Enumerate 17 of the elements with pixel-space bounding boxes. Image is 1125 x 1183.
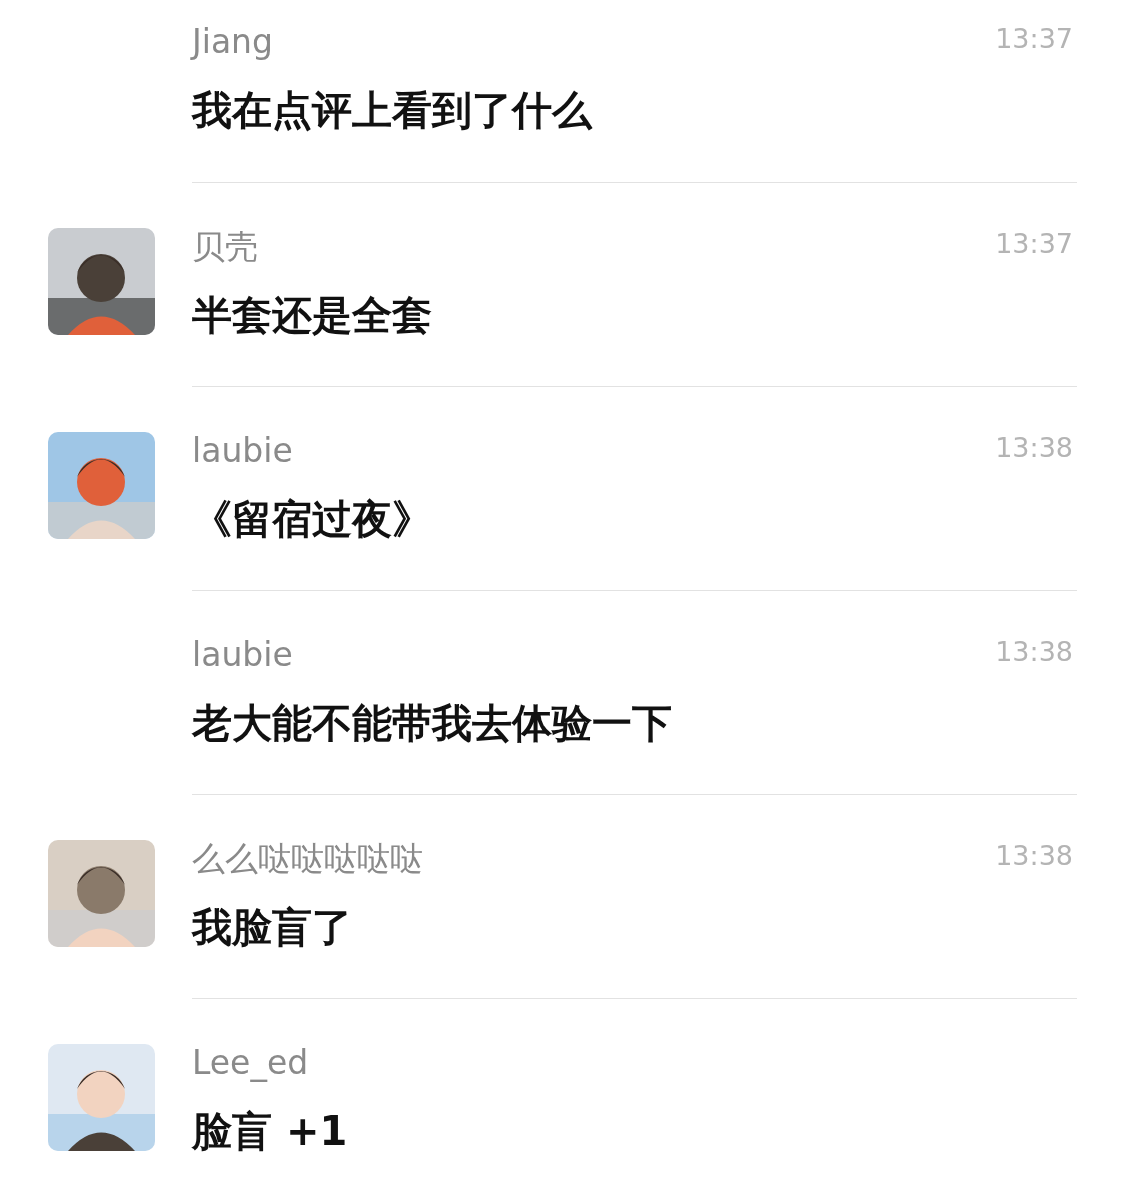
message-time: 13:37 (995, 227, 1073, 261)
message-text: 脸盲 +1 (192, 1107, 349, 1156)
message-time: 13:38 (995, 431, 1073, 465)
message-time: 13:38 (995, 839, 1073, 873)
sender-name: laubie (192, 635, 293, 675)
sender-name: laubie (192, 431, 293, 471)
message-time: 13:37 (995, 22, 1073, 56)
message-text: 《留宿过夜》 (192, 495, 433, 544)
message-text: 半套还是全套 (192, 291, 433, 340)
sender-name: Jiang (192, 22, 273, 62)
sender-name: 贝壳 (192, 227, 258, 267)
message-time: 13:38 (995, 635, 1073, 669)
sender-name: Lee_ed (192, 1043, 309, 1083)
sender-name: 么么哒哒哒哒哒 (192, 839, 423, 879)
message-text: 老大能不能带我去体验一下 (192, 699, 673, 748)
message-text: 我在点评上看到了什么 (192, 86, 594, 135)
message-text: 我脸盲了 (192, 903, 353, 952)
